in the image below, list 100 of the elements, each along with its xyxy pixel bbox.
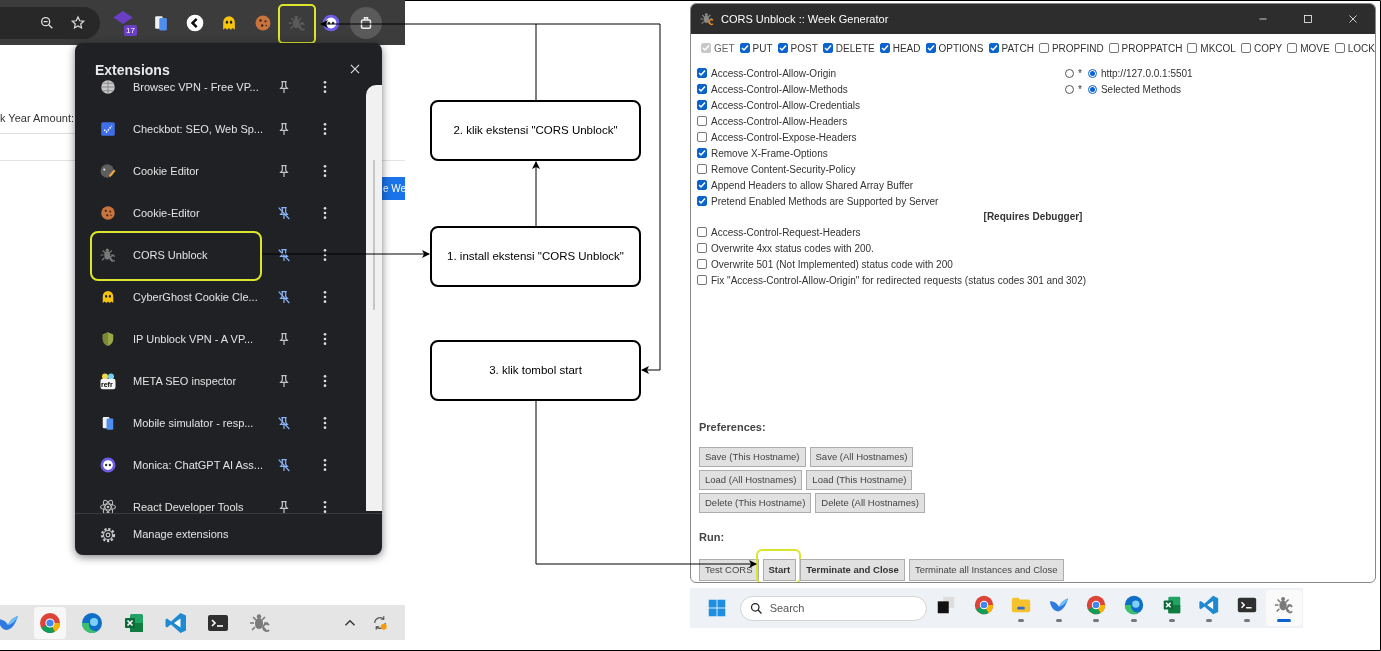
generate-button[interactable]: e We [380,177,405,200]
palette-icon [99,162,117,180]
manage-extensions-link[interactable]: Manage extensions [133,526,229,543]
checkbox-label: DELETE [835,41,875,56]
checkbox[interactable] [697,116,707,126]
round-logo-icon[interactable] [321,12,341,33]
action-button[interactable]: Load (All Hostnames) [699,470,803,490]
checkbox[interactable] [697,132,707,142]
checkbox-label: Access-Control-Allow-Credentials [711,98,860,113]
checkbox-label: Remove X-Frame-Options [711,146,828,161]
extension-name[interactable]: Monica: ChatGPT AI Ass... [133,458,276,472]
action-button[interactable]: Load (This Hostname) [806,470,913,490]
checkbox-label: MOVE [1300,41,1330,56]
close-icon[interactable] [348,62,362,76]
checkbox[interactable] [1334,43,1345,53]
action-button[interactable]: Start [762,559,797,582]
action-button[interactable]: Save (All Hostnames) [809,447,914,467]
checkbox-label: Remove Content-Security-Policy [711,162,856,177]
badge: 17 [124,24,137,36]
checkbox[interactable] [697,68,707,78]
extension-name[interactable]: META SEO inspector [133,374,276,388]
checkbox[interactable] [1240,43,1251,53]
checkbox-label: Access-Control-Allow-Headers [711,114,848,129]
edge-icon [80,610,104,635]
unpin-icon[interactable] [276,247,292,263]
address-bar[interactable] [0,6,100,39]
unpin-icon[interactable] [276,415,292,431]
extension-name[interactable]: Cookie-Editor [133,206,276,220]
unpin-icon[interactable] [276,205,292,221]
sync-icon[interactable] [371,613,389,632]
checkbox[interactable] [1187,43,1198,53]
chrome-icon [972,594,995,616]
checkbot-icon [99,120,117,138]
bug-icon [99,246,117,264]
search-field[interactable]: Search [739,595,928,621]
checkbox[interactable] [697,148,707,158]
extension-name[interactable]: IP Unblock VPN - A VP... [133,332,276,346]
atom-icon [99,498,117,513]
checkbox[interactable] [1108,43,1119,53]
action-button[interactable]: Delete (This Hostname) [699,493,812,513]
checkbox[interactable] [697,259,707,269]
section-title: Run: [698,530,726,544]
extensions-button[interactable] [350,6,382,39]
extension-name[interactable]: Checkbot: SEO, Web Sp... [133,122,276,136]
checkbox[interactable] [697,180,707,190]
extension-name[interactable]: Cookie Editor [133,164,276,178]
checkbox-label: GET [714,41,735,56]
search-icon [748,600,764,616]
unpin-icon[interactable] [276,289,292,305]
section-title: Preferences: [698,420,767,434]
scrollbar[interactable] [366,85,382,511]
checkbox[interactable] [697,227,707,237]
checkbox[interactable] [1287,43,1298,53]
checkbox[interactable] [697,275,707,285]
radio-label: http://127.0.0.1:5501 [1100,66,1193,81]
unpin-icon[interactable] [276,457,292,473]
search-placeholder: Search [769,600,805,616]
edge-icon [1123,594,1145,616]
step-box: 3. klik tombol start [430,340,641,401]
checkbox[interactable] [697,196,707,206]
checkbox[interactable] [697,100,707,110]
checkbox-label: COPY [1253,41,1283,56]
window-title: CORS Unblock :: Week Generator [721,11,890,27]
checkbox[interactable] [1038,43,1049,53]
checkbox-label: PROPFIND [1051,41,1104,56]
checkbox[interactable] [697,84,707,94]
checkbox[interactable] [822,43,833,53]
action-button[interactable]: Save (This Hostname) [699,447,806,467]
checkbox[interactable] [777,43,788,53]
field-label: k Year Amount: [0,111,75,125]
chevron-icon[interactable] [185,12,205,33]
checkbox-label: PROPPATCH [1121,41,1183,56]
extension-name[interactable]: Mobile simulator - resp... [133,416,276,430]
checkbox-label: HEAD [892,41,921,56]
checkbox-label: PATCH [1001,41,1034,56]
action-button[interactable]: Test CORS [699,559,759,582]
checkbox-label: Append Headers to allow Shared Array Buffer [711,178,914,193]
checkbox[interactable] [697,164,707,174]
extension-name[interactable]: CyberGhost Cookie Cle... [133,290,276,304]
checkbox[interactable] [988,43,999,53]
card-icon [99,372,117,390]
zoom-out-icon[interactable] [39,14,55,31]
bookmark-star-icon[interactable] [70,14,86,31]
extension-name[interactable]: React Developer Tools [133,500,276,513]
checkbox[interactable] [925,43,936,53]
checkbox[interactable] [739,43,750,53]
checkbox[interactable] [697,243,707,253]
action-button[interactable]: Terminate and Close [800,559,905,582]
extension-name[interactable]: Browsec VPN - Free VP... [133,80,276,94]
checkbox[interactable] [879,43,890,53]
action-button[interactable]: Terminate all Instances and Close [908,559,1064,582]
chrome-icon [38,610,62,635]
popup-title: Extensions [95,61,170,79]
checkbox-label: MKCOL [1200,41,1236,56]
section-heading: [Requires Debugger] [983,210,1083,224]
action-button[interactable]: Delete (All Hostnames) [815,493,925,513]
checkbox-label: PUT [752,41,773,56]
checkbox-label: Access-Control-Expose-Headers [711,130,857,145]
extension-name[interactable]: CORS Unblock [133,248,276,262]
vscode-icon [1198,594,1221,616]
